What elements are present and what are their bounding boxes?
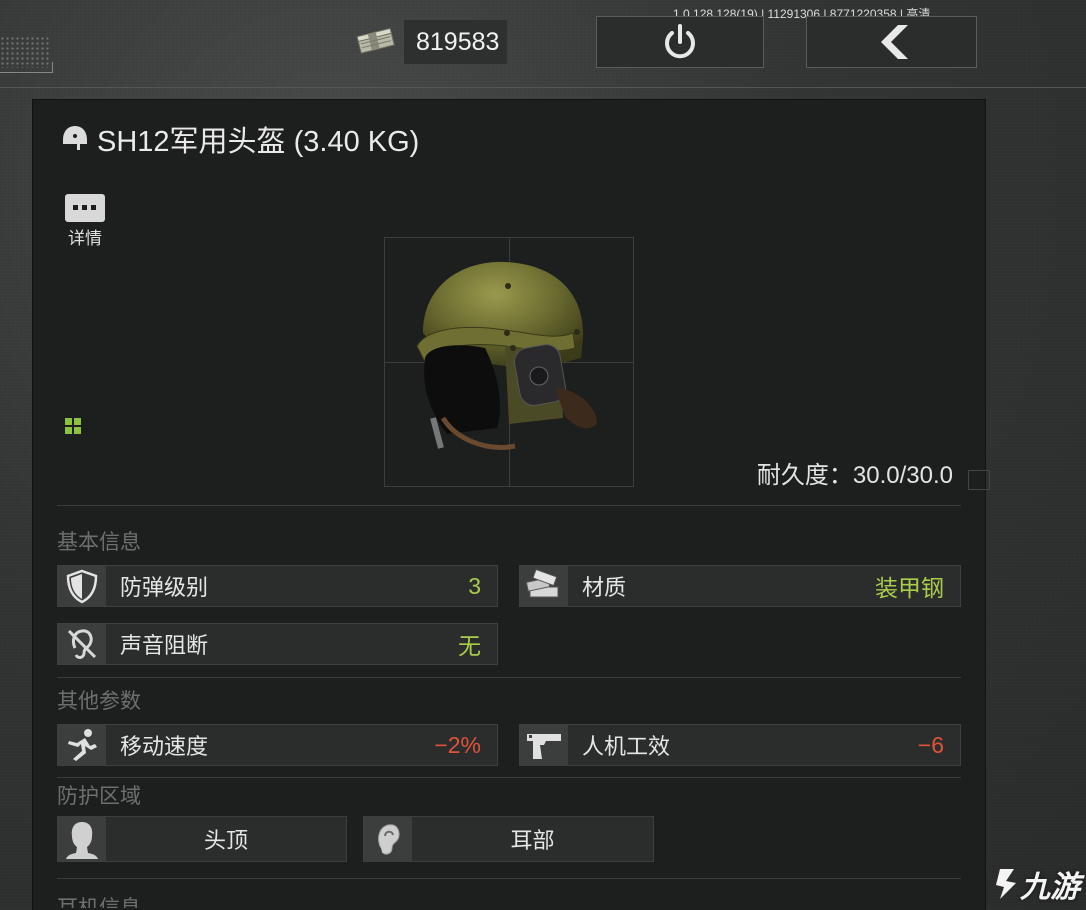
armor-plates-icon [525,569,559,598]
watermark: 九游 [992,862,1080,906]
stat-ergonomics: 人机工效 −6 [519,724,961,766]
power-icon [665,24,695,59]
ear-icon [378,824,400,855]
zone-name: 头顶 [203,829,248,854]
muted-ear-icon [67,629,97,659]
stat-value: 无 [458,633,481,659]
running-man-icon [68,729,97,761]
details-label: 详情 [68,229,102,249]
section-protection-zones: 防护区域 [57,784,141,808]
divider [57,878,961,879]
grid-icon[interactable] [65,418,81,434]
details-button[interactable]: 详情 [63,194,107,249]
divider [57,777,961,778]
shield-icon [66,569,98,604]
cash-stack-icon [356,27,395,54]
stat-value: −6 [917,731,944,758]
item-inspect-panel: SH12军用头盔 (3.40 KG) 详情 耐久度：30.0/30.0 基本信息… [33,100,990,910]
section-other-params: 其他参数 [57,689,141,713]
section-cutoff: 耳机信息 [57,896,141,908]
section-basic-info: 基本信息 [57,530,141,554]
head-silhouette-icon [66,822,98,859]
stat-material: 材质 装甲钢 [519,565,961,607]
durability-label: 耐久度：30.0/30.0 [756,462,953,489]
stat-value: −2% [434,731,481,758]
pistol-icon [527,734,561,759]
stat-name: 材质 [582,576,627,601]
back-button[interactable] [806,16,977,68]
item-title: SH12军用头盔 (3.40 KG) [61,118,419,160]
power-button[interactable] [596,16,764,68]
divider [57,505,961,506]
stat-sound-block: 声音阻断 无 [57,623,498,665]
stat-name: 人机工效 [582,735,671,760]
watermark-text: 九游 [1020,870,1080,905]
details-icon [65,194,105,222]
stat-name: 移动速度 [120,735,209,760]
zone-head-top: 头顶 [57,816,347,862]
currency-display: 819583 [356,20,514,64]
stat-name: 防弹级别 [120,576,209,601]
corner-mark [968,470,990,490]
stat-value: 3 [468,572,481,599]
watermark-logo-icon [996,869,1016,899]
back-arrow-icon [880,25,908,59]
stat-value: 装甲钢 [875,575,944,601]
divider [57,677,961,678]
currency-amount: 819583 [404,20,508,64]
item-title-text: SH12军用头盔 (3.40 KG) [97,126,420,158]
zone-ears: 耳部 [363,816,654,862]
header-divider [0,87,1086,88]
tank-helmet-image [416,261,597,450]
zone-name: 耳部 [510,829,555,854]
stat-name: 声音阻断 [120,634,209,659]
stat-move-speed: 移动速度 −2% [57,724,498,766]
decorative-corner [0,62,53,73]
helmet-icon [63,126,87,150]
item-image-frame [384,237,634,487]
stat-armor-class: 防弹级别 3 [57,565,498,607]
